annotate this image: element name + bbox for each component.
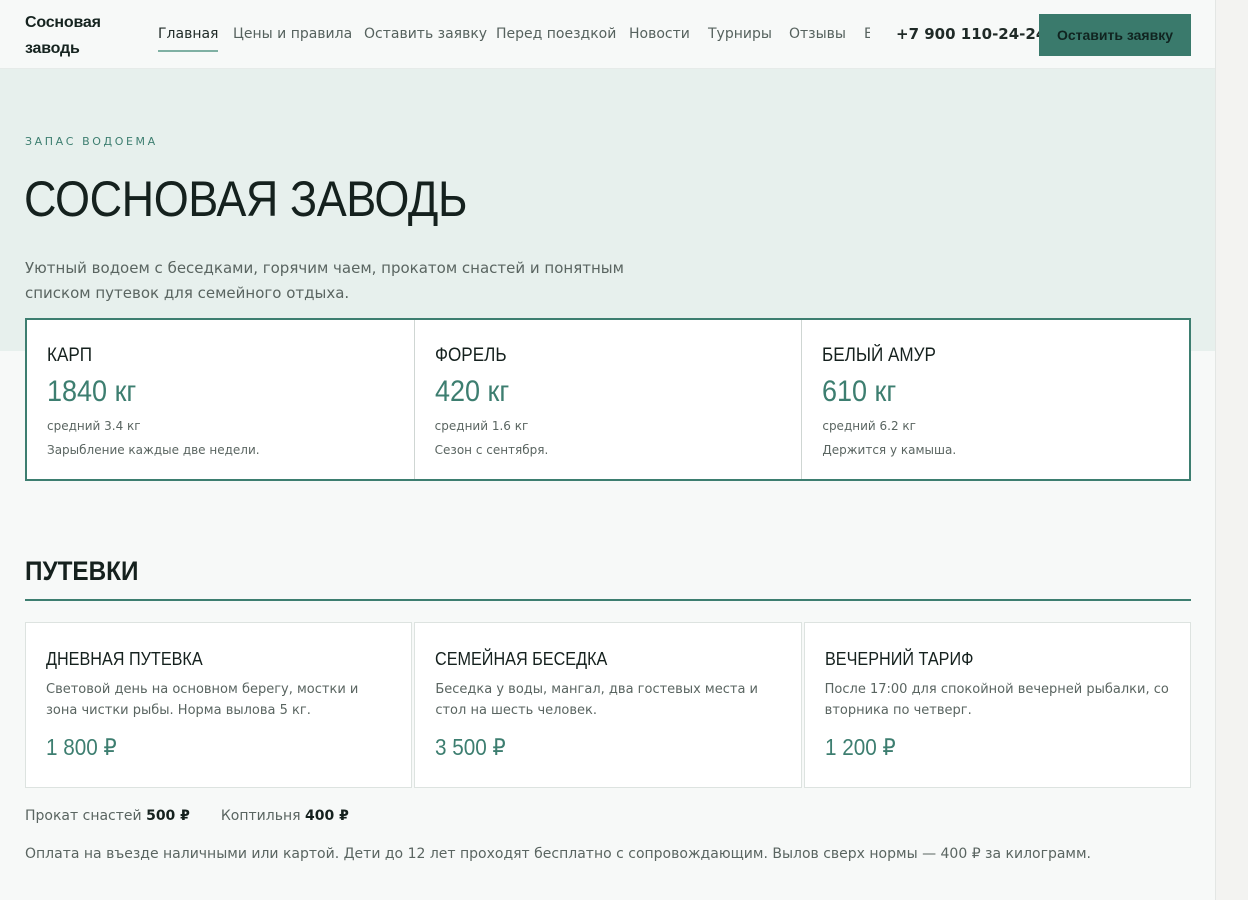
stock-amount: 1840 кг <box>47 375 137 408</box>
stock-note: Сезон с сентября. <box>434 443 549 457</box>
stock-amount: 420 кг <box>434 375 509 408</box>
stock-card-trout: ФОРЕЛЬ 420 кг средний 1.6 кг Сезон с сен… <box>415 320 803 479</box>
main-nav: Главная Цены и правила Оставить заявку П… <box>158 0 870 69</box>
rental-price: 500 ₽ <box>146 808 190 824</box>
ticket-price: 1 200 ₽ <box>824 734 896 760</box>
ticket-price: 3 500 ₽ <box>435 734 507 760</box>
stock-name: КАРП <box>47 345 93 366</box>
smoker-label: Коптильня <box>220 808 301 824</box>
nav-item-before-trip[interactable]: Перед поездкой <box>496 25 616 43</box>
stock-note: Зарыбление каждые две недели. <box>47 443 260 457</box>
stock-average: средний 1.6 кг <box>434 419 529 433</box>
ticket-card-evening[interactable]: ВЕЧЕРНИЙ ТАРИФ После 17:00 для спокойной… <box>803 622 1191 788</box>
hero-eyebrow: ЗАПАС ВОДОЕМА <box>25 135 158 148</box>
ticket-card-day[interactable]: ДНЕВНАЯ ПУТЕВКА Световой день на основно… <box>25 622 413 788</box>
nav-item-tournaments[interactable]: Турниры <box>708 25 772 43</box>
nav-item-reviews[interactable]: Отзывы <box>789 25 846 43</box>
header-request-button[interactable]: Оставить заявку <box>1039 14 1191 56</box>
payment-note: Оплата на въезде наличными или картой. Д… <box>25 846 1091 862</box>
ticket-price: 1 800 ₽ <box>46 734 117 760</box>
stock-name: БЕЛЫЙ АМУР <box>822 345 937 366</box>
ticket-description: Световой день на основном берегу, мостки… <box>46 682 359 718</box>
tickets-list: ДНЕВНАЯ ПУТЕВКА Световой день на основно… <box>25 622 1191 788</box>
page-title: СОСНОВАЯ ЗАВОДЬ <box>24 171 468 227</box>
stock-name: ФОРЕЛЬ <box>434 345 507 366</box>
stock-average: средний 6.2 кг <box>822 419 916 433</box>
nav-item-request[interactable]: Оставить заявку <box>364 25 487 43</box>
stock-average: средний 3.4 кг <box>47 419 141 433</box>
stock-note: Держится у камыша. <box>822 443 957 457</box>
rental-label: Прокат снастей <box>25 808 142 824</box>
ticket-name: СЕМЕЙНАЯ БЕСЕДКА <box>435 649 608 669</box>
nav-item-truncated[interactable]: Е <box>864 25 870 43</box>
stock-card-carp: КАРП 1840 кг средний 3.4 кг Зарыбление к… <box>27 320 415 479</box>
ticket-name: ДНЕВНАЯ ПУТЕВКА <box>46 649 203 669</box>
brand-logo[interactable]: Сосновая заводь <box>25 10 135 62</box>
ticket-description: После 17:00 для спокойной вечерней рыбал… <box>824 682 1169 718</box>
nav-item-prices[interactable]: Цены и правила <box>233 25 352 43</box>
phone-link[interactable]: +7 900 110-24-24 <box>896 24 1046 44</box>
tickets-heading: ПУТЕВКИ <box>25 556 139 586</box>
nav-item-news[interactable]: Новости <box>629 25 690 43</box>
ticket-card-family[interactable]: СЕМЕЙНАЯ БЕСЕДКА Беседка у воды, мангал,… <box>414 622 802 788</box>
stock-amount: 610 кг <box>822 375 897 408</box>
ticket-description: Беседка у воды, мангал, два гостевых мес… <box>435 682 759 718</box>
page: Сосновая заводь Главная Цены и правила О… <box>0 0 1216 900</box>
extras-line: Прокат снастей 500 ₽ Коптильня 400 ₽ <box>25 808 349 824</box>
smoker-price: 400 ₽ <box>304 808 349 824</box>
nav-item-home[interactable]: Главная <box>158 25 219 52</box>
hero-description: Уютный водоем с беседками, горячим чаем,… <box>25 259 624 302</box>
site-header: Сосновая заводь Главная Цены и правила О… <box>0 0 1215 69</box>
stock-card-grass-carp: БЕЛЫЙ АМУР 610 кг средний 6.2 кг Держитс… <box>802 320 1189 479</box>
fish-stock-panel: КАРП 1840 кг средний 3.4 кг Зарыбление к… <box>25 318 1191 481</box>
ticket-name: ВЕЧЕРНИЙ ТАРИФ <box>824 649 974 669</box>
tickets-divider <box>25 599 1191 601</box>
